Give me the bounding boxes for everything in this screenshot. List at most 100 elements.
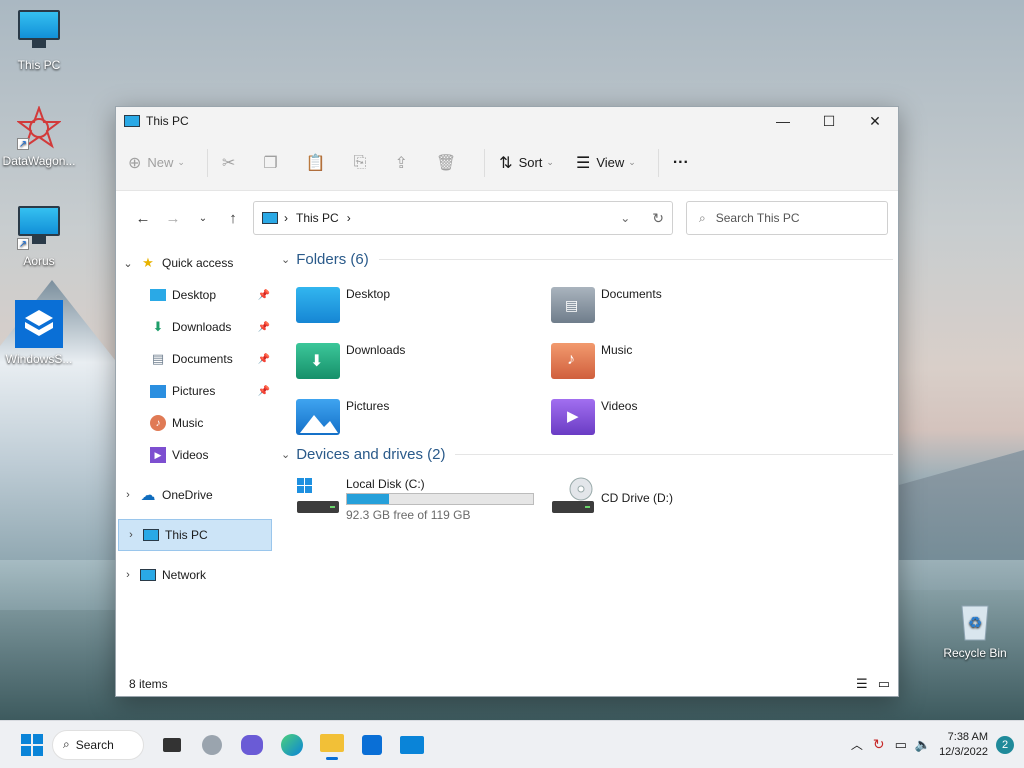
video-icon: ▶	[150, 447, 166, 463]
mail-icon	[400, 735, 424, 754]
start-button[interactable]	[12, 725, 52, 765]
address-dropdown-icon[interactable]: ⌄	[620, 211, 630, 225]
status-bar: 8 items ☰ ▭	[116, 672, 898, 696]
folders-group-header[interactable]: ⌄ Folders (6)	[281, 247, 893, 271]
item-count: 8 items	[129, 677, 168, 691]
desktop-icon-recycle-bin[interactable]: ♻ Recycle Bin	[936, 598, 1014, 660]
new-button[interactable]: ⊕ New ⌄	[128, 147, 185, 179]
desktop-icon-aorus[interactable]: ↗ Aorus	[0, 206, 78, 268]
divider	[378, 258, 893, 260]
task-view-button[interactable]	[152, 725, 192, 765]
drives-group-header[interactable]: ⌄ Devices and drives (2)	[281, 442, 893, 466]
windows-logo-icon	[21, 733, 43, 756]
network-icon[interactable]: ▭	[895, 737, 907, 753]
sidebar-item-this-pc[interactable]: › This PC	[118, 519, 272, 551]
volume-icon[interactable]: 🔈	[915, 737, 931, 753]
sidebar-item-desktop[interactable]: Desktop 📌	[116, 279, 276, 311]
view-button[interactable]: ☰ View ⌄	[576, 147, 636, 179]
chevron-down-icon[interactable]: ⌄	[116, 257, 140, 270]
details-view-icon[interactable]: ☰	[856, 676, 868, 692]
folder-videos[interactable]: ▶ Videos	[551, 399, 637, 435]
mail-button[interactable]	[392, 725, 432, 765]
copy-button[interactable]: ❐	[263, 147, 283, 179]
sort-button[interactable]: ⇅ Sort ⌄	[499, 147, 554, 179]
sidebar-item-pictures[interactable]: Pictures 📌	[116, 375, 276, 407]
command-bar: ⊕ New ⌄ ✂ ❐ 📋 ⎘ ⇪ 🗑 ⇅ Sort ⌄ ☰ View ⌄ ···	[116, 135, 898, 191]
widgets-icon	[202, 734, 222, 755]
chat-icon	[241, 734, 263, 755]
edge-button[interactable]	[272, 725, 312, 765]
forward-arrow-icon[interactable]: →	[158, 210, 188, 227]
file-explorer-button[interactable]	[312, 725, 352, 765]
sidebar-item-music[interactable]: ♪ Music	[116, 407, 276, 439]
drive-local-disk-c[interactable]: Local Disk (C:) 92.3 GB free of 119 GB	[296, 477, 534, 522]
chat-button[interactable]	[232, 725, 272, 765]
drive-usage-fill	[347, 494, 389, 504]
sidebar-item-network[interactable]: › Network	[116, 559, 276, 591]
desktop-icon-datawagon[interactable]: ↗ DataWagon...	[0, 105, 78, 168]
desktop-icon-label: Aorus	[23, 254, 55, 268]
large-icons-view-icon[interactable]: ▭	[878, 676, 890, 692]
maximize-button[interactable]: ☐	[806, 107, 852, 135]
sidebar-item-onedrive[interactable]: › ☁ OneDrive	[116, 479, 276, 511]
sidebar-item-quick-access[interactable]: ⌄ ★ Quick access	[116, 247, 276, 279]
rename-button[interactable]: ⎘	[354, 147, 373, 179]
desktop-icon-label: DataWagon...	[2, 154, 76, 168]
shortcut-arrow-icon: ↗	[17, 138, 29, 150]
sidebar-item-downloads[interactable]: ⬇ Downloads 📌	[116, 311, 276, 343]
pictures-folder-icon	[296, 399, 340, 435]
up-arrow-icon[interactable]: ↑	[218, 210, 248, 227]
refresh-icon[interactable]: ↻	[652, 210, 664, 227]
address-bar[interactable]: › This PC › ⌄ ↻	[253, 201, 673, 235]
search-input[interactable]: ⌕ Search This PC	[686, 201, 888, 235]
sidebar-item-documents[interactable]: ▤ Documents 📌	[116, 343, 276, 375]
chevron-down-icon: ⌄	[177, 157, 185, 167]
downloads-folder-icon: ⬇	[296, 343, 340, 379]
chevron-up-icon[interactable]: ︿	[851, 736, 863, 753]
task-view-icon	[163, 737, 181, 752]
widgets-button[interactable]	[192, 725, 232, 765]
chevron-right-icon[interactable]: ›	[119, 529, 143, 541]
taskbar-search[interactable]: ⌕ Search	[52, 729, 144, 760]
breadcrumb-this-pc[interactable]: This PC	[296, 211, 339, 225]
download-icon: ⬇	[152, 319, 164, 334]
folder-documents[interactable]: ▤ Documents	[551, 287, 662, 323]
breadcrumb-chevron-icon: ›	[284, 211, 288, 225]
folder-desktop[interactable]: Desktop	[296, 287, 390, 323]
drive-label: Local Disk (C:)	[346, 477, 425, 491]
chevron-right-icon[interactable]: ›	[116, 569, 140, 581]
share-button[interactable]: ⇪	[394, 147, 413, 179]
update-icon[interactable]: ↻	[873, 736, 885, 753]
pin-icon: 📌	[257, 321, 270, 333]
desktop-icon-windowss[interactable]: WindowsS...	[0, 300, 78, 366]
divider	[455, 453, 893, 455]
breadcrumb-chevron-icon[interactable]: ›	[347, 211, 351, 225]
back-arrow-icon[interactable]: ←	[128, 210, 158, 227]
cut-button[interactable]: ✂	[222, 147, 241, 179]
chevron-right-icon[interactable]: ›	[116, 489, 140, 501]
rename-icon: ⎘	[353, 153, 367, 171]
paste-button[interactable]: 📋	[306, 147, 332, 179]
cd-drive-icon	[551, 477, 595, 517]
title-bar[interactable]: This PC — ☐ ✕	[116, 107, 898, 135]
drive-cd-d[interactable]: CD Drive (D:)	[551, 477, 673, 517]
more-options-button[interactable]: ···	[673, 147, 689, 179]
folder-pictures[interactable]: Pictures	[296, 399, 389, 435]
folder-music[interactable]: ♪ Music	[551, 343, 632, 379]
store-button[interactable]	[352, 725, 392, 765]
recent-locations-chevron-icon[interactable]: ⌄	[188, 213, 218, 224]
notification-badge[interactable]: 2	[996, 735, 1014, 754]
store-icon	[362, 734, 382, 755]
sidebar-item-videos[interactable]: ▶ Videos	[116, 439, 276, 471]
close-button[interactable]: ✕	[852, 107, 898, 135]
chevron-down-icon: ⌄	[628, 157, 636, 167]
minimize-button[interactable]: —	[760, 107, 806, 135]
hard-drive-icon	[296, 477, 340, 517]
delete-button[interactable]: 🗑	[436, 147, 462, 179]
desktop-icon-this-pc[interactable]: This PC	[0, 10, 78, 72]
folder-downloads[interactable]: ⬇ Downloads	[296, 343, 405, 379]
taskbar: ⌕ Search ︿ ↻ ▭ 🔈 7:38 AM 12/3/2022 2	[0, 720, 1024, 768]
chevron-down-icon[interactable]: ⌄	[281, 448, 290, 461]
chevron-down-icon[interactable]: ⌄	[281, 253, 290, 266]
clock[interactable]: 7:38 AM 12/3/2022	[939, 730, 988, 760]
